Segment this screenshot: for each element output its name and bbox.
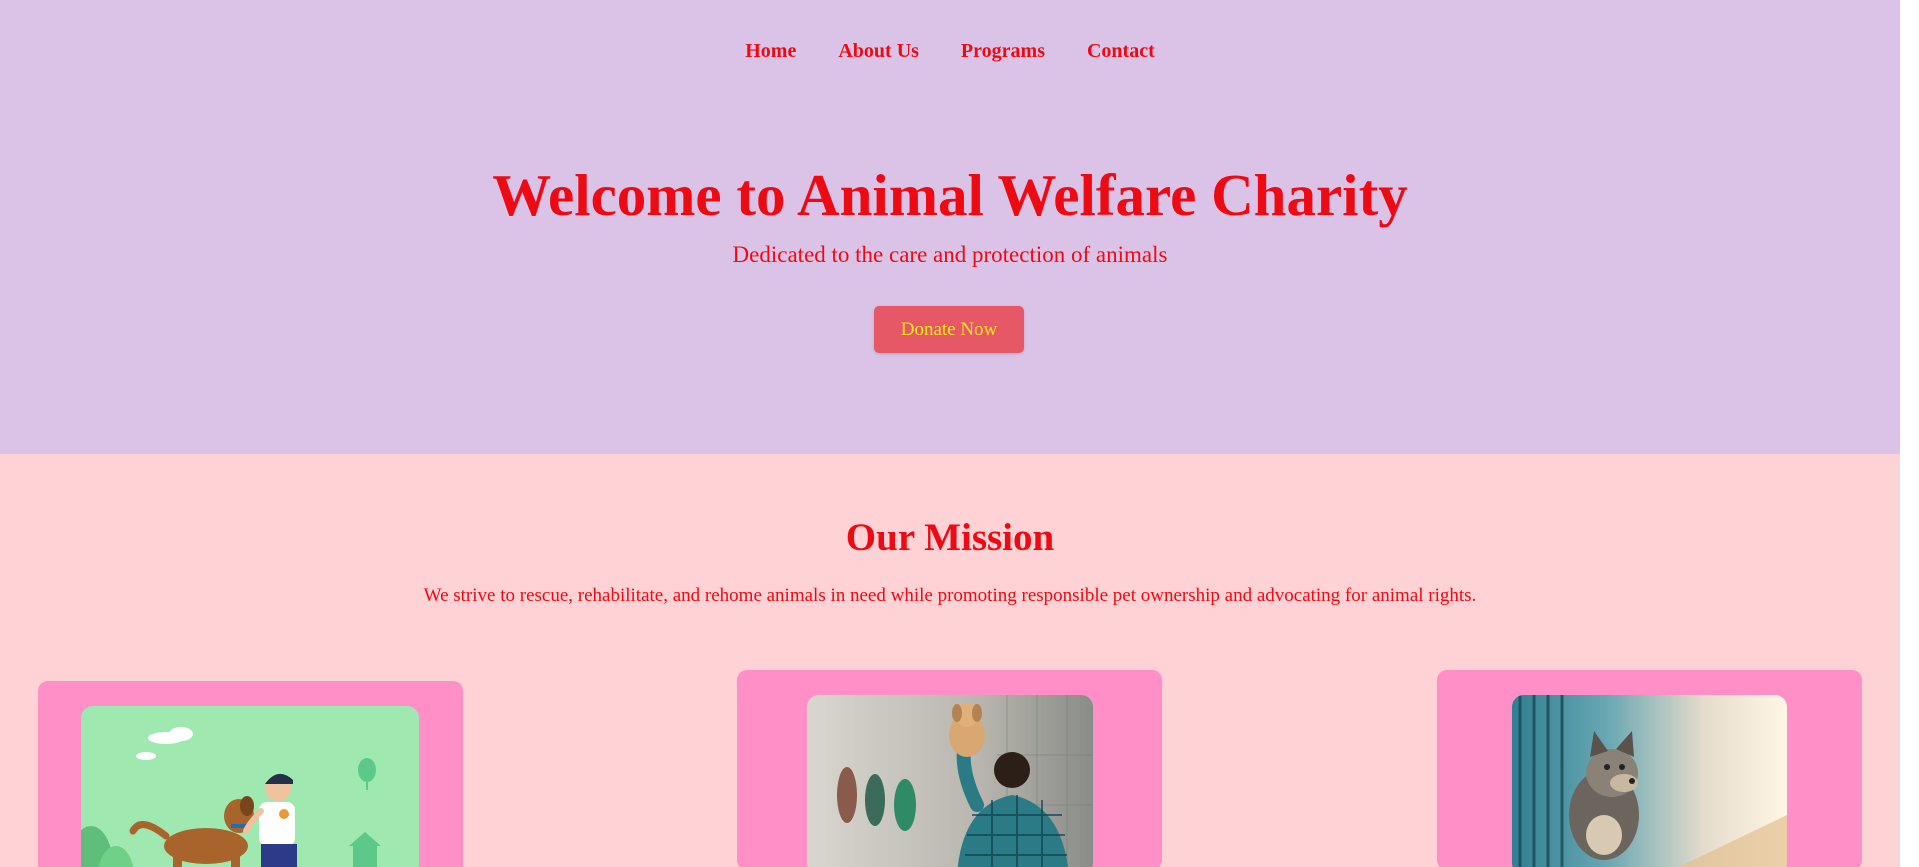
dog-in-kennel-photo xyxy=(1512,695,1787,867)
volunteer-with-dog-illustration xyxy=(81,706,419,867)
main-nav: Home About Us Programs Contact xyxy=(0,40,1900,63)
mission-text: We strive to rescue, rehabilitate, and r… xyxy=(423,585,1477,606)
mission-title: Our Mission xyxy=(845,516,1055,559)
nav-programs-link[interactable]: Programs xyxy=(961,40,1045,63)
program-card[interactable] xyxy=(38,681,463,867)
program-card[interactable] xyxy=(737,670,1162,867)
hero-subtitle: Dedicated to the care and protection of … xyxy=(732,242,1168,267)
nav-about-link[interactable]: About Us xyxy=(838,40,919,63)
hero-title: Welcome to Animal Welfare Charity xyxy=(492,162,1408,228)
donate-button[interactable]: Donate Now xyxy=(874,306,1024,353)
nav-contact-link[interactable]: Contact xyxy=(1087,40,1155,63)
program-card[interactable] xyxy=(1437,670,1862,867)
nav-home-link[interactable]: Home xyxy=(745,40,796,63)
hero-section: Home About Us Programs Contact Welcome t… xyxy=(0,0,1900,454)
page: Home About Us Programs Contact Welcome t… xyxy=(0,0,1900,867)
man-holding-puppy-photo xyxy=(807,695,1093,867)
mission-section: Our Mission We strive to rescue, rehabil… xyxy=(0,454,1900,867)
